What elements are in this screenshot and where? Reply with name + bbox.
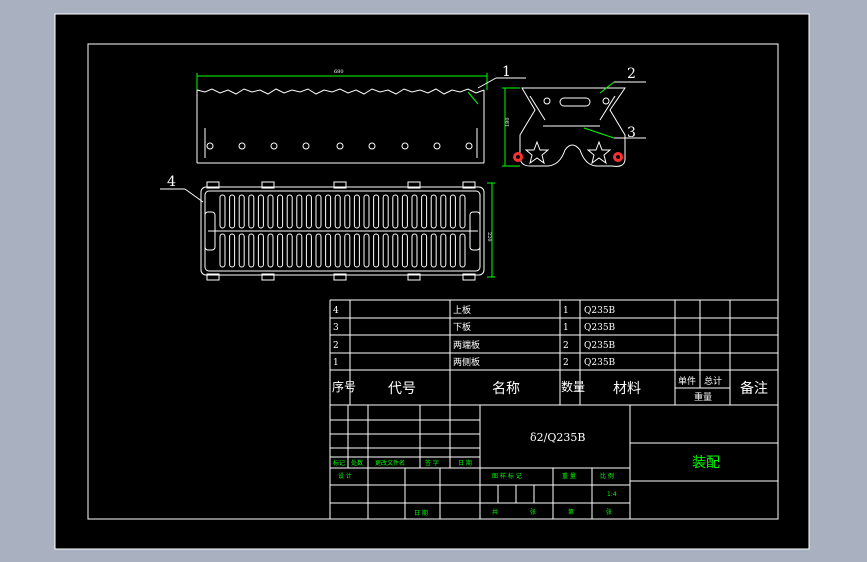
bom-row-qty: 1 xyxy=(563,306,569,316)
dim-top-width: 680 xyxy=(334,69,344,75)
bom-row-no: 2 xyxy=(333,341,339,351)
sheets-sheet: 第 xyxy=(568,508,574,516)
stage-scale: 比 例 xyxy=(600,472,614,480)
sheets-total-unit: 张 xyxy=(530,508,536,516)
stage-label: 图 样 标 记 xyxy=(492,472,522,480)
sheets-total: 共 xyxy=(492,508,498,516)
bom-row-no: 1 xyxy=(333,358,339,368)
hdr-code: 代号 xyxy=(388,381,416,397)
rev-mark: 标记 xyxy=(333,459,345,467)
balloon-2: 2 xyxy=(627,66,636,82)
bom-row-name: 两端板 xyxy=(453,339,480,351)
balloon-1: 1 xyxy=(502,64,511,80)
stage-weight: 重 量 xyxy=(562,472,576,480)
bom-row-material: Q235B xyxy=(584,306,616,316)
scale-value: 1:4 xyxy=(607,491,617,498)
hdr-name: 名称 xyxy=(492,381,520,397)
bom-row-material: Q235B xyxy=(584,358,616,368)
hdr-qty: 数量 xyxy=(561,379,585,394)
dim-bottom-height: 220 xyxy=(486,232,492,242)
hdr-no: 序号 xyxy=(332,379,356,394)
sheets-sheet-unit: 张 xyxy=(606,508,612,516)
hdr-weight: 重量 xyxy=(694,391,712,403)
bom-row-material: Q235B xyxy=(584,341,616,351)
bom-row-no: 3 xyxy=(333,323,339,333)
balloon-3: 3 xyxy=(627,125,636,141)
drawing-title: 装配 xyxy=(692,455,720,471)
date2-label: 日 期 xyxy=(414,509,428,517)
hdr-unit: 单件 xyxy=(678,375,696,387)
bom-row-qty: 2 xyxy=(563,358,569,368)
dim-side-height: 180 xyxy=(505,117,511,127)
cad-drawing-viewport: 680 180 220 1 2 3 4 4 上板 1 Q235B3 下板 1 Q… xyxy=(0,0,867,562)
balloon-4: 4 xyxy=(167,174,176,190)
material-spec: δ2/Q235B xyxy=(530,431,585,444)
bom-row-name: 上板 xyxy=(453,304,471,316)
rev-sign: 签 字 xyxy=(425,459,439,467)
hdr-material: 材料 xyxy=(613,381,641,397)
rev-file: 更改文件名 xyxy=(375,459,405,467)
bom-row-no: 4 xyxy=(333,306,339,316)
design-label: 设 计 xyxy=(338,472,352,480)
bom-row-qty: 1 xyxy=(563,323,569,333)
bom-row-name: 下板 xyxy=(453,321,471,333)
bom-row-material: Q235B xyxy=(584,323,616,333)
rev-count: 处数 xyxy=(351,459,363,467)
rev-date: 日 期 xyxy=(458,459,472,467)
hdr-remark: 备注 xyxy=(740,380,768,397)
hdr-total: 总计 xyxy=(704,375,722,387)
bom-row-name: 两侧板 xyxy=(453,356,480,368)
bom-row-qty: 2 xyxy=(563,341,569,351)
